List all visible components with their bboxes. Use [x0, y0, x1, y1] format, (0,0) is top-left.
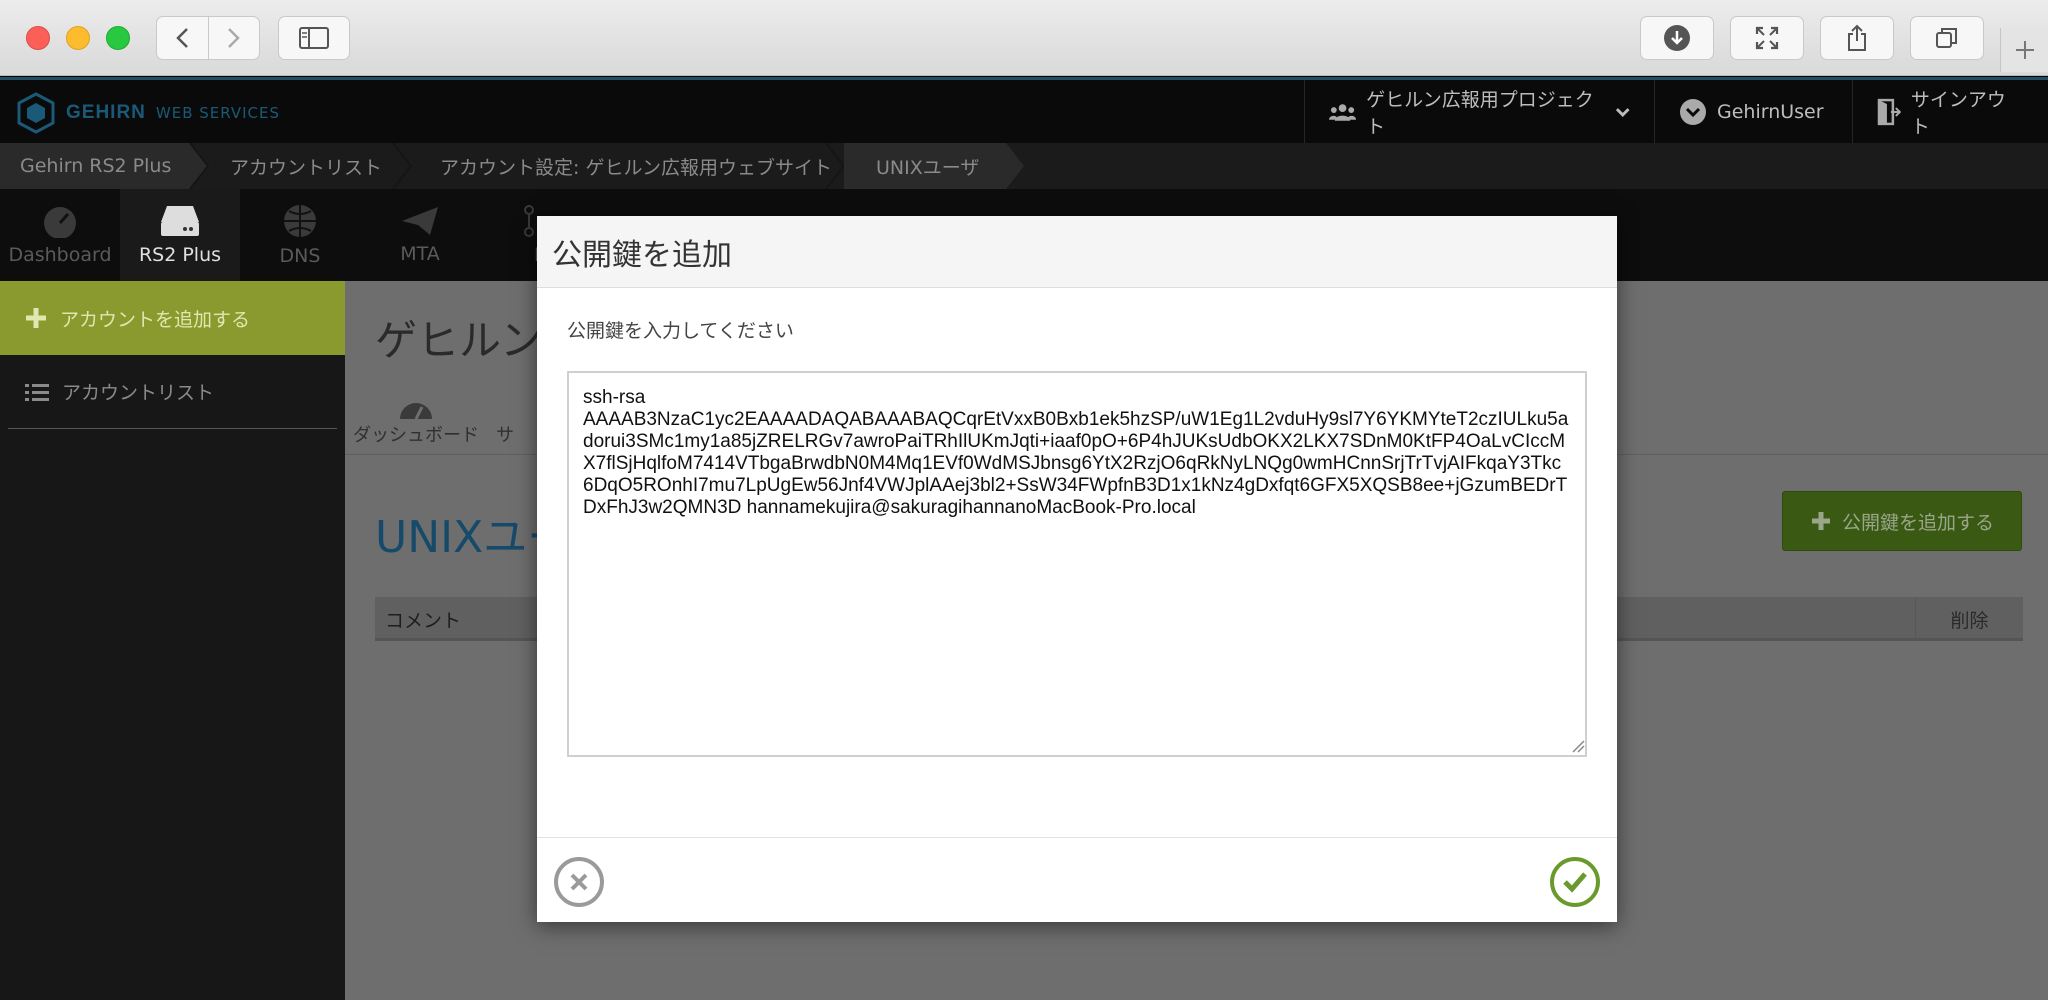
- plus-icon: [2015, 41, 2034, 59]
- sidebar-toggle-button[interactable]: [278, 16, 350, 60]
- chevron-left-icon: [176, 28, 189, 48]
- sidebar-item-account-list[interactable]: アカウントリスト: [8, 355, 337, 429]
- page-title: ゲヒルン: [375, 316, 543, 365]
- paper-plane-icon: [402, 207, 438, 235]
- breadcrumb-item-unix-user: UNIXユーザ: [876, 156, 980, 179]
- logo-text: GEHIRN: [66, 102, 146, 123]
- project-selector[interactable]: ゲヒルン広報用プロジェクト: [1304, 80, 1654, 143]
- forward-button[interactable]: [207, 17, 259, 59]
- service-dns[interactable]: DNS: [240, 189, 360, 281]
- sidebar-item-label: アカウントリスト: [62, 382, 215, 404]
- service-rs2plus-label: RS2 Plus: [138, 244, 222, 266]
- user-menu[interactable]: GehirnUser: [1654, 80, 1852, 143]
- user-chevron-icon: [1680, 98, 1706, 125]
- cancel-button[interactable]: [554, 857, 604, 907]
- tab-dashboard[interactable]: ダッシュボード: [351, 373, 481, 455]
- plus-icon: [1811, 512, 1830, 530]
- list-icon: [25, 383, 49, 401]
- share-icon: [1848, 24, 1866, 51]
- confirm-button[interactable]: [1550, 857, 1600, 907]
- add-public-key-dialog: 公開鍵を追加 公開鍵を入力してください ssh-rsa AAAAB3NzaC1y…: [537, 216, 1617, 922]
- plus-icon: [26, 308, 46, 328]
- tabs-overview-button[interactable]: [1910, 16, 1984, 60]
- minimize-window-button[interactable]: [66, 26, 90, 50]
- checkmark-icon: [1563, 872, 1587, 893]
- dialog-footer: [537, 837, 1617, 922]
- door-exit-icon: [1877, 98, 1901, 125]
- app-header: GEHIRN WEB SERVICES ゲヒルン広報用プロジェクト Gehirn…: [0, 77, 2048, 143]
- expand-icon: [1755, 26, 1779, 50]
- logo-subtext: WEB SERVICES: [155, 104, 281, 122]
- project-name: ゲヒルン広報用プロジェクト: [1366, 88, 1594, 138]
- service-mta-label: MTA: [400, 243, 440, 265]
- tab-partial-label: サ: [496, 425, 514, 446]
- hexagon-logo-icon: [17, 92, 55, 134]
- chevron-right-icon: [228, 28, 240, 48]
- zoom-window-button[interactable]: [106, 26, 130, 50]
- back-button[interactable]: [157, 17, 208, 59]
- service-rs2plus[interactable]: RS2 Plus: [120, 189, 240, 281]
- new-tab-button[interactable]: [2000, 28, 2048, 72]
- downloads-button[interactable]: [1640, 16, 1714, 60]
- user-name: GehirnUser: [1717, 100, 1824, 123]
- signout-link[interactable]: サインアウト: [1852, 80, 2048, 143]
- sidebar-item-label: アカウントを追加する: [60, 308, 251, 331]
- dialog-title: 公開鍵を追加: [537, 216, 1617, 288]
- breadcrumb-item-rs2plus[interactable]: Gehirn RS2 Plus: [0, 143, 171, 189]
- add-public-key-button[interactable]: 公開鍵を追加する: [1782, 491, 2022, 551]
- nav-buttons: [156, 16, 260, 60]
- dialog-instruction: 公開鍵を入力してください: [567, 320, 794, 342]
- public-key-textarea[interactable]: ssh-rsa AAAAB3NzaC1yc2EAAAADAQABAAABAQCq…: [567, 371, 1587, 757]
- browser-toolbar: [0, 0, 2048, 76]
- service-dashboard[interactable]: Dashboard: [0, 189, 120, 281]
- chevron-down-icon: [1615, 107, 1630, 117]
- signout-label: サインアウト: [1910, 88, 2006, 138]
- breadcrumb-item-account-settings[interactable]: アカウント設定: ゲヒルン広報用ウェブサイト: [420, 143, 832, 189]
- column-delete: 削除: [1915, 597, 2023, 641]
- server-icon: [161, 206, 199, 236]
- share-button[interactable]: [1820, 16, 1894, 60]
- close-icon: [570, 873, 588, 891]
- users-icon: [1329, 103, 1357, 121]
- gauge-icon: [44, 207, 76, 238]
- tab-partial[interactable]: サ: [485, 373, 525, 455]
- add-public-key-label: 公開鍵を追加する: [1841, 511, 1994, 534]
- gehirn-logo[interactable]: GEHIRN WEB SERVICES: [16, 92, 280, 134]
- service-dashboard-label: Dashboard: [8, 244, 112, 266]
- sidebar: アカウントを追加する アカウントリスト: [0, 281, 345, 1000]
- breadcrumb-item-account-list[interactable]: アカウントリスト: [210, 143, 382, 189]
- sidebar-icon: [299, 27, 329, 49]
- download-icon: [1664, 25, 1690, 51]
- gauge-icon: [400, 403, 432, 420]
- column-comment: コメント: [385, 609, 462, 632]
- sidebar-item-add-account[interactable]: アカウントを追加する: [0, 281, 345, 355]
- resize-grip-icon[interactable]: [1571, 739, 1585, 753]
- service-dns-label: DNS: [279, 245, 321, 267]
- fullscreen-button[interactable]: [1730, 16, 1804, 60]
- close-window-button[interactable]: [26, 26, 50, 50]
- tab-dashboard-label: ダッシュボード: [353, 425, 479, 446]
- globe-icon: [284, 205, 316, 237]
- breadcrumb: Gehirn RS2 Plus アカウントリスト アカウント設定: ゲヒルン広報…: [0, 143, 2048, 189]
- tabs-icon: [1936, 28, 1957, 48]
- service-mta[interactable]: MTA: [360, 189, 480, 281]
